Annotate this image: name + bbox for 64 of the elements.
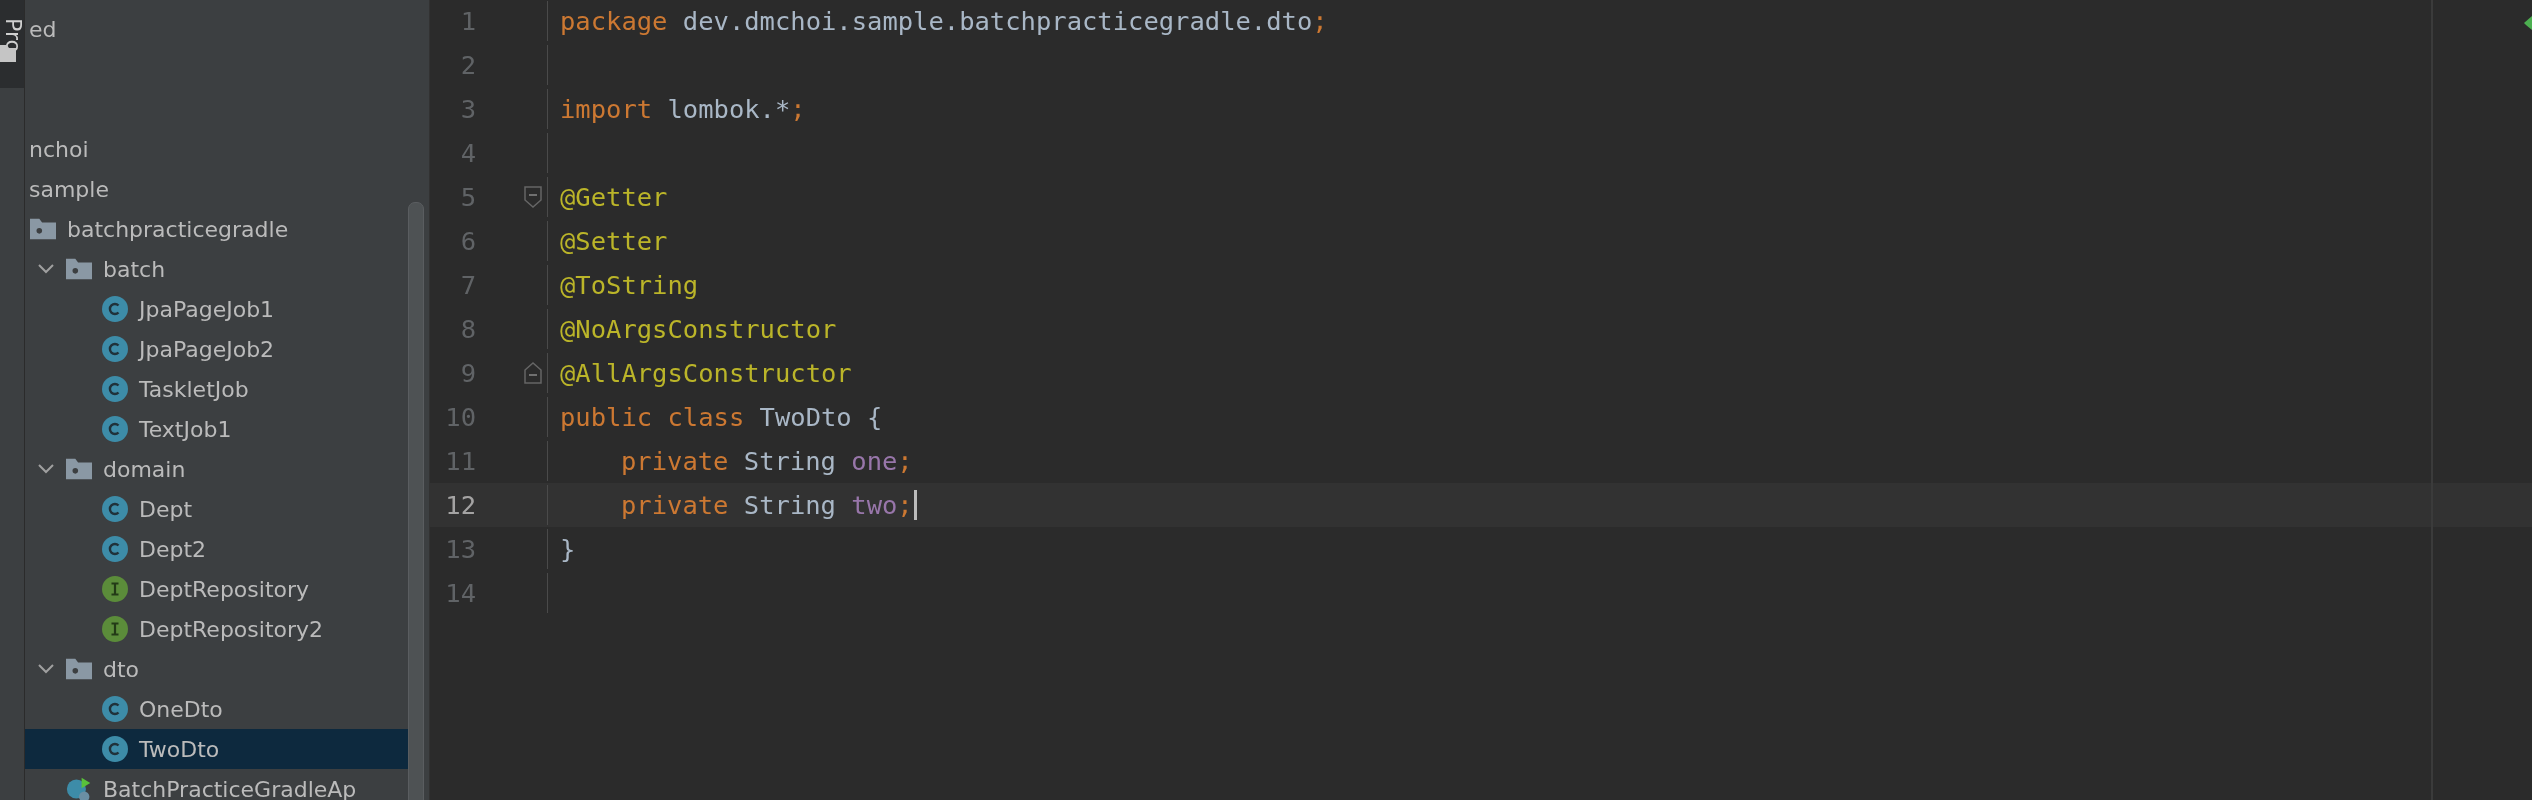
tree-item[interactable]: OneDto: [25, 689, 409, 729]
interface-icon: [102, 576, 128, 602]
code-line: private String one;: [620, 446, 913, 476]
line-number: 5: [459, 182, 476, 212]
class-icon: [102, 296, 128, 322]
tree-item[interactable]: batch: [25, 249, 409, 289]
folder-icon: [66, 658, 92, 680]
class-icon: [102, 696, 128, 722]
code-line: }: [560, 534, 576, 564]
code-line: @ToString: [560, 270, 699, 300]
line-number: 9: [459, 358, 476, 388]
line-number: 1: [459, 6, 476, 36]
line-number: 8: [459, 314, 476, 344]
tree-item[interactable]: TaskletJob: [25, 369, 409, 409]
fold-icon[interactable]: [523, 362, 542, 384]
line-number: 14: [444, 578, 476, 608]
chevron-down-icon[interactable]: [38, 264, 54, 274]
tree-item[interactable]: JpaPageJob1: [25, 289, 409, 329]
code-line: import lombok.*;: [560, 94, 806, 124]
class-icon: [102, 536, 128, 562]
line-number: 4: [459, 138, 476, 168]
class-icon: [102, 416, 128, 442]
code-line: public class TwoDto {: [560, 402, 883, 432]
tree-item[interactable]: ed: [25, 9, 409, 49]
tree-item[interactable]: Dept2: [25, 529, 409, 569]
tree-item[interactable]: TwoDto: [25, 729, 409, 769]
scrollbar-thumb[interactable]: [408, 202, 424, 800]
line-number: 12: [444, 490, 476, 520]
line-number: 13: [444, 534, 476, 564]
code-line: @NoArgsConstructor: [560, 314, 837, 344]
line-number: 6: [459, 226, 476, 256]
code-line: package dev.dmchoi.sample.batchpracticegradle.dto;: [560, 6, 1328, 36]
folder-icon: [30, 218, 56, 240]
line-number: 3: [459, 94, 476, 124]
tree-item[interactable]: DeptRepository: [25, 569, 409, 609]
code-line: private String two;: [560, 490, 917, 520]
tree-item[interactable]: JpaPageJob2: [25, 329, 409, 369]
tree-item[interactable]: TextJob1: [25, 409, 409, 449]
tree-item[interactable]: nchoi: [25, 129, 409, 169]
class-icon: [102, 376, 128, 402]
line-number: 2: [459, 50, 476, 80]
code-line: @AllArgsConstructor: [560, 358, 852, 388]
line-number: 7: [459, 270, 476, 300]
class-icon: [102, 736, 128, 762]
tree-item[interactable]: batchpracticegradle: [25, 209, 409, 249]
class-icon: [102, 496, 128, 522]
folder-icon: [66, 458, 92, 480]
check-icon[interactable]: [2524, 16, 2532, 30]
class-icon: [102, 336, 128, 362]
code-line: @Setter: [560, 226, 668, 256]
chevron-down-icon[interactable]: [38, 464, 54, 474]
code-line: @Getter: [560, 182, 668, 212]
text-caret: [913, 490, 917, 520]
tree-item[interactable]: domain: [25, 449, 409, 489]
line-number: 11: [444, 446, 476, 476]
chevron-down-icon[interactable]: [38, 664, 54, 674]
line-number: 10: [444, 402, 476, 432]
fold-icon[interactable]: [523, 186, 542, 208]
tree-item[interactable]: dto: [25, 649, 409, 689]
tree-item[interactable]: DeptRepository2: [25, 609, 409, 649]
interface-icon: [102, 616, 128, 642]
folder-icon: [66, 258, 92, 280]
tree-item[interactable]: Dept: [25, 489, 409, 529]
tree-item[interactable]: sample: [25, 169, 409, 209]
